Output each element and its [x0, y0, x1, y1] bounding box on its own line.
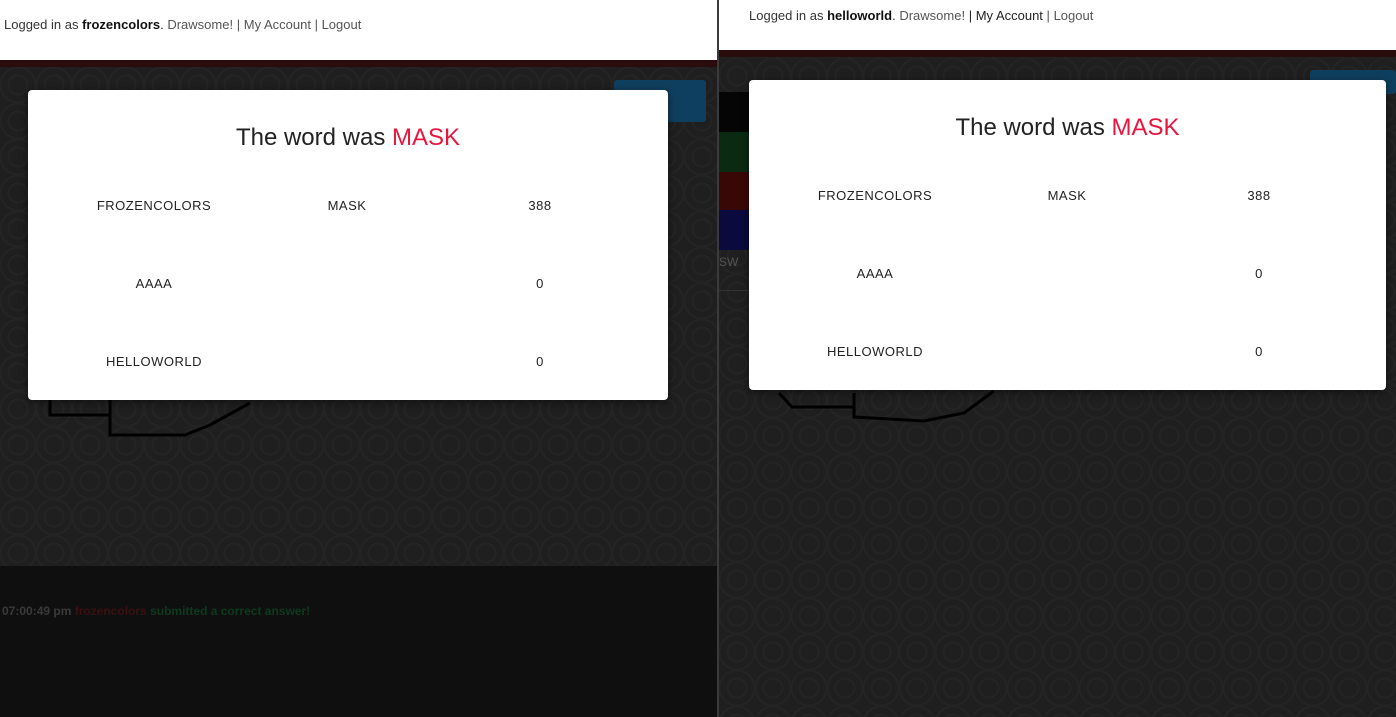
- login-status: Logged in as frozencolors. Drawsome! | M…: [4, 17, 361, 32]
- title-prefix: The word was: [235, 124, 386, 151]
- login-status: Logged in as helloworld. Drawsome! | My …: [749, 8, 1093, 23]
- login-prefix: Logged in as: [4, 17, 79, 32]
- player-name: FROZENCOLORS: [817, 188, 933, 203]
- result-row: FROZENCOLORS MASK 388: [749, 188, 1386, 208]
- result-row: FROZENCOLORS MASK 388: [28, 198, 668, 218]
- username: helloworld: [827, 8, 893, 23]
- chat-panel: 07:00:49 pm frozencolors submitted a cor…: [0, 566, 719, 717]
- logout-link[interactable]: Logout: [322, 17, 362, 32]
- player-score: 388: [528, 198, 552, 213]
- revealed-word: MASK: [392, 124, 461, 151]
- player-score: 0: [536, 276, 544, 291]
- color-swatch-black[interactable]: [719, 92, 749, 132]
- left-browser-pane: 07:00:49 pm frozencolors submitted a cor…: [0, 0, 719, 717]
- result-row: AAAA 0: [28, 276, 668, 296]
- top-nav-bar: Logged in as helloworld. Drawsome! | My …: [719, 0, 1396, 50]
- result-row: HELLOWORLD 0: [28, 354, 668, 374]
- my-account-link[interactable]: My Account: [244, 17, 311, 32]
- modal-title: The word was MASK: [28, 124, 668, 152]
- revealed-word: MASK: [1111, 114, 1180, 141]
- player-name: AAAA: [856, 266, 894, 281]
- separator: |: [314, 17, 318, 32]
- player-score: 388: [1247, 188, 1271, 203]
- chat-user: frozencolors: [74, 604, 147, 618]
- drawing-canvas-sketch: [777, 389, 995, 423]
- result-row: AAAA 0: [749, 266, 1386, 286]
- right-browser-pane: SW Logged in as helloworld. Drawsome! | …: [719, 0, 1396, 717]
- separator: |: [1046, 8, 1050, 23]
- logout-link[interactable]: Logout: [1054, 8, 1094, 23]
- modal-title: The word was MASK: [749, 114, 1386, 142]
- color-swatch-red[interactable]: [719, 172, 749, 210]
- chat-time: 07:00:49 pm: [2, 604, 72, 618]
- drawing-canvas-sketch: [48, 400, 251, 437]
- separator: .: [160, 17, 164, 32]
- header-stripe: [0, 60, 719, 67]
- separator: |: [968, 8, 973, 23]
- player-score: 0: [536, 354, 544, 369]
- drawsome-link[interactable]: Drawsome!: [899, 8, 965, 23]
- color-swatch-blue[interactable]: [719, 210, 749, 250]
- separator: |: [236, 17, 241, 32]
- top-nav-bar: Logged in as frozencolors. Drawsome! | M…: [0, 0, 719, 60]
- separator: .: [892, 8, 896, 23]
- color-swatch-green[interactable]: [719, 132, 749, 172]
- my-account-link[interactable]: My Account: [976, 8, 1043, 23]
- partial-label: SW: [719, 252, 749, 291]
- username: frozencolors: [82, 17, 161, 32]
- player-score: 0: [1255, 344, 1263, 359]
- header-stripe: [719, 50, 1396, 57]
- title-prefix: The word was: [955, 114, 1105, 141]
- player-guess: MASK: [327, 198, 367, 213]
- round-results-modal: The word was MASK FROZENCOLORS MASK 388 …: [749, 80, 1386, 390]
- chat-message: 07:00:49 pm frozencolors submitted a cor…: [2, 604, 310, 618]
- player-guess: MASK: [1047, 188, 1087, 203]
- player-name: HELLOWORLD: [826, 344, 924, 359]
- result-row: HELLOWORLD 0: [749, 344, 1386, 364]
- player-score: 0: [1255, 266, 1263, 281]
- player-name: HELLOWORLD: [105, 354, 203, 369]
- player-name: FROZENCOLORS: [96, 198, 212, 213]
- round-results-modal: The word was MASK FROZENCOLORS MASK 388 …: [28, 90, 668, 400]
- player-name: AAAA: [135, 276, 173, 291]
- drawsome-link[interactable]: Drawsome!: [167, 17, 233, 32]
- login-prefix: Logged in as: [749, 8, 824, 23]
- chat-text: submitted a correct answer!: [150, 604, 311, 618]
